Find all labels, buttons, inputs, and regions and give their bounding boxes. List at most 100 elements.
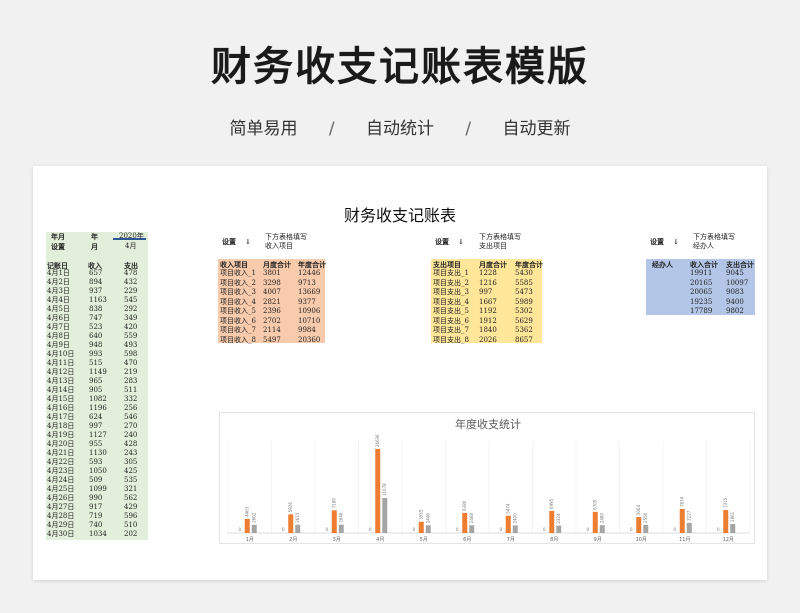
- table-header: 支出合计: [726, 260, 754, 269]
- ledger-income: 838: [89, 305, 103, 313]
- income-bar: [592, 511, 598, 533]
- table-cell: 19911: [690, 269, 713, 277]
- expense-bar: [643, 524, 649, 533]
- ledger-date: 4月24日: [47, 476, 75, 484]
- table-cell: 项目收入_4: [220, 297, 256, 306]
- arrow-down-icon: ↓: [458, 237, 464, 246]
- expense-data-label: 2615: [295, 512, 300, 523]
- ledger-income: 1099: [89, 485, 107, 493]
- table-cell: 项目支出_6: [433, 316, 469, 325]
- ledger-income: 719: [89, 512, 103, 520]
- zero-label: 0: [543, 527, 546, 532]
- expense-note-1: 下方表格填写: [479, 233, 521, 241]
- table-cell: 5362: [515, 326, 533, 334]
- table-cell: 项目收入_7: [220, 326, 256, 334]
- table-cell: 项目收入_5: [220, 307, 256, 315]
- tag-auto-stat: 自动统计: [366, 119, 434, 139]
- x-tick-label: 2月: [289, 537, 297, 543]
- ledger-expense: 596: [124, 512, 138, 520]
- x-tick-label: 10月: [636, 537, 647, 543]
- table-cell: 5473: [515, 288, 533, 296]
- expense-bar: [686, 522, 692, 533]
- table-cell: 1912: [479, 316, 497, 325]
- table-cell: 项目收入_2: [220, 278, 256, 287]
- table-header: 年度合计: [298, 260, 326, 269]
- income-data-label: 7315: [723, 497, 728, 508]
- expense-data-label: 2446: [425, 513, 430, 524]
- expense-data-label: 2861: [730, 511, 735, 522]
- ledger-income: 1149: [89, 368, 107, 376]
- ledger-income: 955: [89, 440, 103, 448]
- ledger-date: 4月23日: [47, 467, 75, 475]
- table-cell: 20065: [690, 288, 713, 296]
- ledger-expense: 598: [124, 350, 138, 358]
- ledger-income: 948: [89, 341, 103, 349]
- ledger-date: 4月14日: [47, 386, 75, 394]
- income-data-label: 5064: [636, 504, 641, 515]
- ledger-income: 965: [89, 377, 103, 385]
- table-header: 经办人: [652, 260, 673, 269]
- ledger-income: 515: [89, 359, 103, 367]
- income-bar: [462, 512, 468, 533]
- x-tick-label: 5月: [420, 537, 428, 543]
- x-tick-label: 11月: [679, 537, 690, 543]
- ledger-date: 4月22日: [47, 458, 75, 466]
- ledger-date: 4月19日: [47, 431, 75, 439]
- ledger-expense: 240: [124, 431, 138, 439]
- table-cell: 9802: [726, 307, 744, 315]
- table-header: 月度合计: [479, 260, 507, 269]
- table-cell: 4007: [263, 288, 281, 296]
- ledger-date: 4月15日: [47, 395, 75, 403]
- table-cell: 项目收入_8: [220, 335, 256, 344]
- income-data-label: 6995: [549, 498, 554, 509]
- subtitle: 简单易用 / 自动统计 / 自动更新: [0, 114, 800, 139]
- table-cell: 项目支出_1: [433, 269, 469, 277]
- table-cell: 2396: [263, 307, 281, 315]
- ledger-expense: 545: [124, 296, 138, 304]
- ledger-expense: 270: [124, 422, 138, 430]
- table-cell: 项目支出_5: [433, 307, 469, 315]
- x-tick-label: 12月: [723, 537, 734, 543]
- table-cell: 2026: [479, 335, 497, 344]
- ledger-date: 4月5日: [47, 305, 70, 313]
- table-cell: 1192: [479, 307, 497, 315]
- ledger-income: 1034: [89, 530, 107, 538]
- expense-bar: [730, 523, 736, 533]
- table-cell: 1216: [479, 278, 497, 287]
- expense-bar: [382, 498, 388, 533]
- ledger-income: 1127: [89, 431, 107, 439]
- table-cell: 12446: [298, 269, 321, 277]
- year-col-label: 年: [91, 232, 98, 241]
- ledger-expense: 535: [124, 476, 138, 484]
- table-cell: 997: [479, 288, 493, 296]
- ledger-date: 4月6日: [47, 314, 70, 322]
- ledger-expense: 202: [124, 530, 138, 538]
- income-bar: [679, 508, 685, 533]
- income-note-1: 下方表格填写: [265, 233, 307, 241]
- income-setting-label: 设置: [222, 237, 236, 246]
- expense-bar: [295, 524, 301, 533]
- x-tick-label: 7月: [507, 537, 515, 543]
- col-date: 记账日: [47, 261, 68, 270]
- ledger-income: 740: [89, 521, 103, 529]
- x-tick-label: 4月: [376, 537, 384, 543]
- handler-note-2: 经办人: [693, 242, 714, 250]
- expense-data-label: 2646: [338, 512, 343, 523]
- expense-bar: [251, 524, 257, 533]
- ledger-date: 4月4日: [47, 296, 70, 304]
- table-cell: 5430: [515, 269, 533, 277]
- expense-bar: [425, 525, 431, 533]
- ledger-expense: 349: [124, 314, 138, 322]
- year-month-label: 年月: [51, 232, 65, 241]
- income-bar: [636, 517, 642, 533]
- income-data-label: 26636: [375, 434, 380, 447]
- expense-bar: [469, 525, 475, 533]
- month-value[interactable]: 4月: [125, 243, 136, 250]
- table-cell: 9713: [298, 278, 316, 287]
- zero-label: 0: [499, 527, 502, 532]
- ledger-date: 4月9日: [47, 341, 70, 349]
- ledger-date: 4月3日: [47, 287, 70, 295]
- year-value[interactable]: 2020年: [119, 233, 144, 240]
- table-cell: 5497: [263, 335, 281, 344]
- annual-bar-chart: 年度收支统计 0 4463 2602 1月 0 5926 2615 2月 0 7189 2646 3月 0…: [219, 412, 755, 544]
